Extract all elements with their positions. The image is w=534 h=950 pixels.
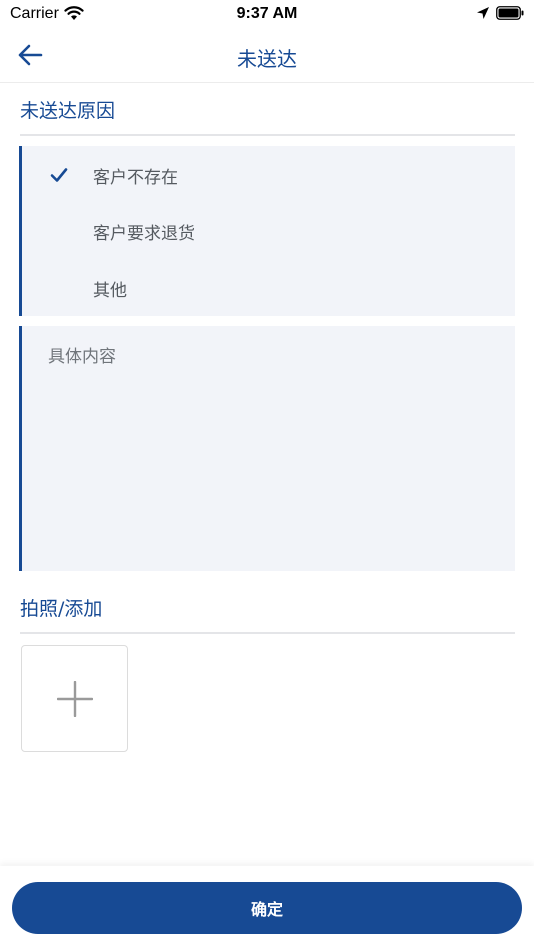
plus-icon bbox=[57, 681, 93, 717]
reason-option-label: 客户要求退货 bbox=[93, 224, 195, 244]
reason-option-label: 其他 bbox=[93, 281, 127, 301]
battery-icon bbox=[496, 6, 524, 20]
reason-options-list: 客户不存在 客户要求退货 其他 bbox=[19, 146, 515, 316]
reason-option-other[interactable]: 其他 bbox=[22, 260, 515, 316]
status-time: 9:37 AM bbox=[236, 5, 298, 22]
reason-option-label: 客户不存在 bbox=[93, 168, 178, 188]
reason-section-header: 未送达原因 bbox=[20, 96, 515, 136]
detail-field-container bbox=[19, 326, 515, 571]
nav-bar: 未送达 bbox=[0, 28, 534, 83]
location-arrow-icon bbox=[477, 7, 489, 19]
photo-section-header: 拍照/添加 bbox=[20, 594, 515, 634]
screen: Carrier 9:37 AM 未送达 未送达原因 客户不存在 客户要求退货 其… bbox=[0, 0, 534, 950]
status-bar: Carrier 9:37 AM bbox=[0, 0, 534, 28]
reason-option-customer-not-exist[interactable]: 客户不存在 bbox=[22, 147, 515, 203]
confirm-button[interactable]: 确定 bbox=[12, 882, 522, 934]
photo-section-title: 拍照/添加 bbox=[20, 598, 103, 620]
reason-section-title: 未送达原因 bbox=[20, 100, 116, 122]
page-title: 未送达 bbox=[237, 47, 297, 71]
reason-option-customer-return[interactable]: 客户要求退货 bbox=[22, 203, 515, 259]
footer: 确定 bbox=[0, 866, 534, 950]
checkmark-icon bbox=[50, 168, 68, 182]
detail-textarea[interactable] bbox=[22, 326, 515, 571]
add-photo-button[interactable] bbox=[21, 645, 128, 752]
